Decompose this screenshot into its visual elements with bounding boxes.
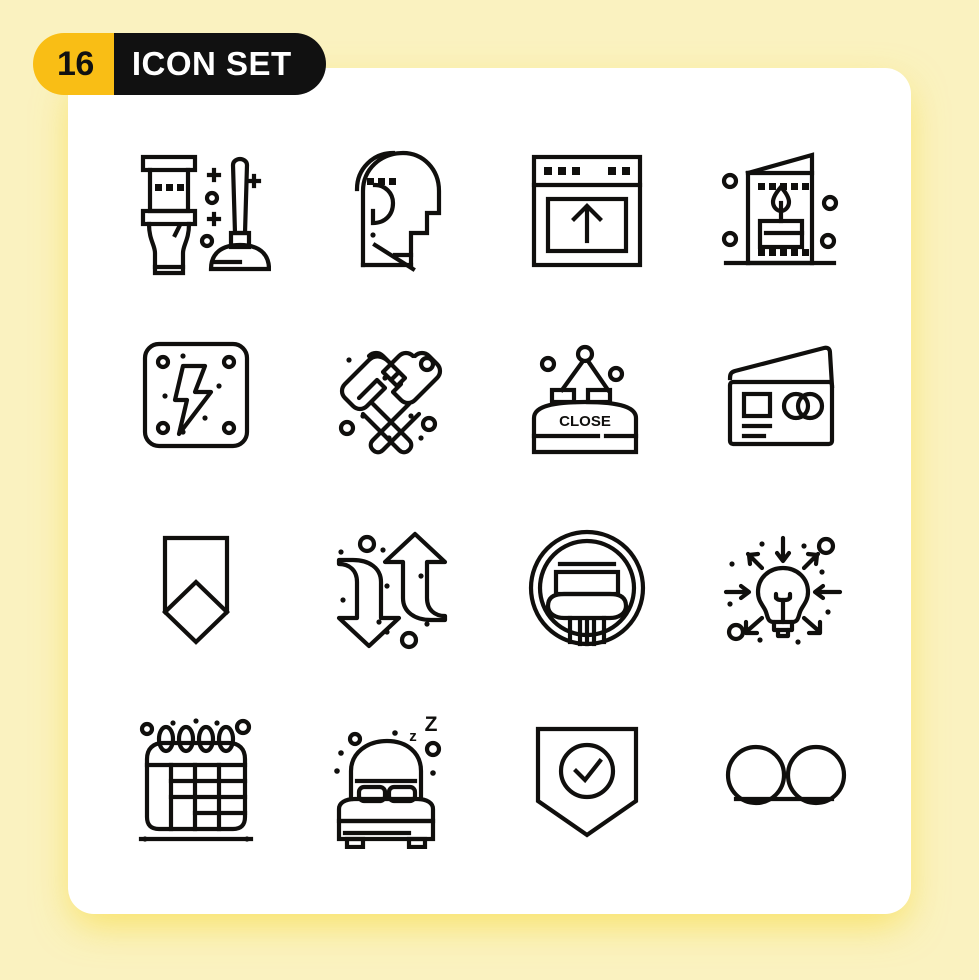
icon-cell-9[interactable] — [98, 495, 294, 685]
icon-set-canvas: 16 ICON SET CLOSE Z z — [0, 0, 979, 980]
greeting-card-candle-icon — [722, 151, 839, 265]
bed-sleep-icon: Z z — [333, 713, 441, 850]
credit-card-icon — [728, 345, 835, 447]
icon-cell-3[interactable] — [490, 116, 686, 306]
icon-cell-7[interactable]: CLOSE — [490, 306, 686, 496]
icon-grid: CLOSE Z z — [68, 68, 911, 914]
head-question-icon — [354, 150, 441, 272]
electric-panel-bolt-icon — [142, 342, 249, 449]
lightbulb-arrows-icon — [724, 535, 843, 645]
icon-cell-2[interactable] — [294, 116, 490, 306]
sleep-z-large: Z — [424, 713, 437, 736]
icon-cell-12[interactable] — [685, 495, 881, 685]
transfer-arrows-icon — [336, 531, 447, 649]
sleep-z-small: z — [409, 728, 417, 745]
icon-cell-15[interactable] — [490, 685, 686, 875]
icon-cell-16[interactable] — [685, 685, 881, 875]
icon-cell-8[interactable] — [685, 306, 881, 496]
icon-cell-14[interactable]: Z z — [294, 685, 490, 875]
two-circles-link-icon — [726, 745, 847, 806]
icon-cell-6[interactable] — [294, 306, 490, 496]
icon-set-badge: 16 ICON SET — [33, 33, 326, 95]
icon-cell-4[interactable] — [685, 116, 881, 306]
calendar-grid-icon — [138, 718, 253, 842]
icon-cell-5[interactable] — [98, 306, 294, 496]
icon-cell-1[interactable] — [98, 116, 294, 306]
badge-count: 16 — [33, 33, 114, 95]
close-sign-icon: CLOSE — [532, 345, 639, 455]
icon-cell-10[interactable] — [294, 495, 490, 685]
browser-upload-icon — [532, 154, 643, 267]
bookmark-banner-icon — [161, 535, 230, 645]
close-sign-text: CLOSE — [560, 413, 612, 430]
shield-check-icon — [536, 727, 639, 838]
badge-title: ICON SET — [113, 33, 326, 95]
pillar-circle-icon — [529, 529, 646, 646]
toilet-plunger-icon — [140, 154, 271, 275]
icon-cell-13[interactable] — [98, 685, 294, 875]
crossed-hammers-icon — [338, 351, 442, 455]
icon-cell-11[interactable] — [490, 495, 686, 685]
